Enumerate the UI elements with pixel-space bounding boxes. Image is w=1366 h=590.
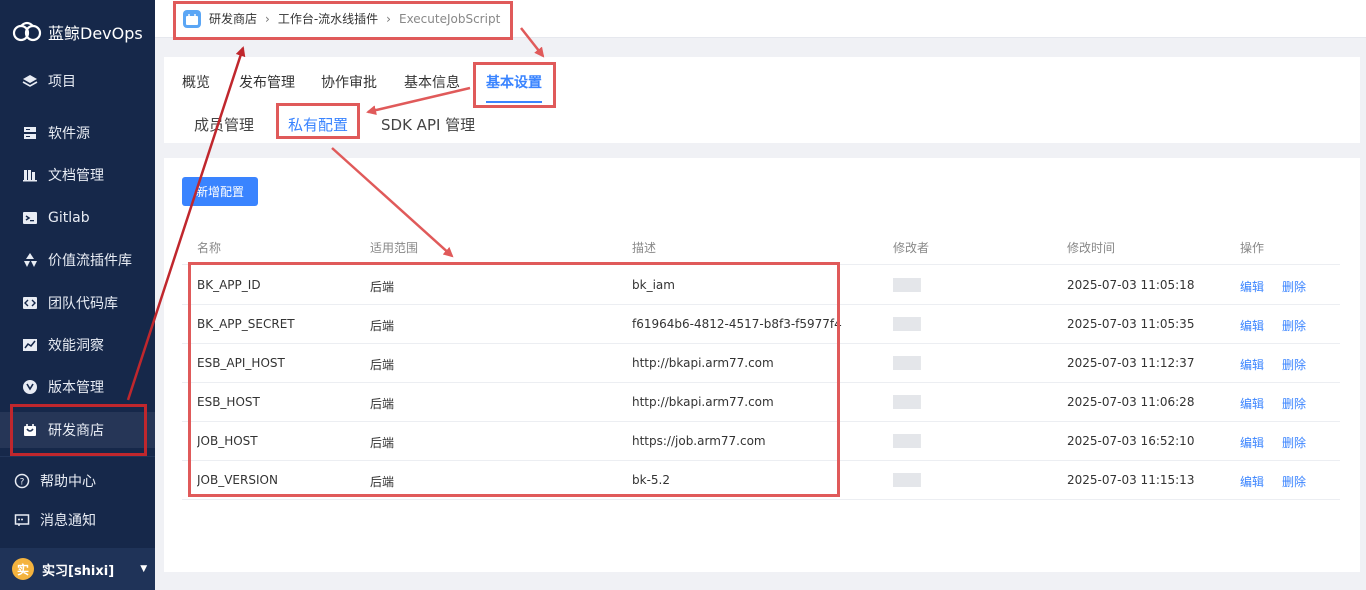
sidebar-item-label: 效能洞察 [48, 338, 104, 354]
sidebar-item-help[interactable]: ? 帮助中心 [0, 463, 155, 499]
column-header-desc: 描述 [632, 241, 657, 255]
sidebar-item-label: 软件源 [48, 126, 90, 142]
app-logo-text: 蓝鲸DevOps [48, 24, 143, 43]
sidebar-item-insight[interactable]: 效能洞察 [0, 327, 155, 363]
sidebar-item-docs[interactable]: 文档管理 [0, 157, 155, 193]
app-logo[interactable]: 蓝鲸DevOps [12, 20, 143, 44]
tab-release[interactable]: 发布管理 [239, 72, 295, 92]
cell-time: 2025-07-03 16:52:10 [1067, 434, 1195, 448]
cell-time: 2025-07-03 11:05:18 [1067, 278, 1195, 292]
column-header-scope: 适用范围 [370, 241, 419, 255]
help-icon: ? [14, 473, 30, 489]
subtab-members[interactable]: 成员管理 [194, 114, 254, 135]
tab-basic-info[interactable]: 基本信息 [404, 72, 460, 92]
tab-approval[interactable]: 协作审批 [321, 72, 377, 92]
delete-link[interactable]: 删除 [1282, 473, 1306, 490]
sidebar-item-label: 团队代码库 [48, 296, 118, 312]
cell-modifier: ███ [893, 473, 921, 487]
sidebar-item-version[interactable]: 版本管理 [0, 369, 155, 405]
sidebar-divider [0, 456, 155, 457]
sidebar-item-label: Gitlab [48, 210, 90, 226]
sidebar-item-label: 文档管理 [48, 168, 104, 184]
sidebar-item-team-code[interactable]: 团队代码库 [0, 285, 155, 321]
layers-icon [22, 73, 38, 89]
edit-link[interactable]: 编辑 [1240, 278, 1264, 295]
edit-link[interactable]: 编辑 [1240, 317, 1264, 334]
delete-link[interactable]: 删除 [1282, 278, 1306, 295]
recycle-icon [22, 252, 38, 268]
cell-modifier: ███ [893, 278, 921, 292]
column-header-modifier: 修改者 [893, 241, 930, 255]
edit-link[interactable]: 编辑 [1240, 395, 1264, 412]
terminal-icon [22, 210, 38, 226]
annotation-box-breadcrumb [173, 1, 513, 40]
cell-modifier: ███ [893, 434, 921, 448]
edit-link[interactable]: 编辑 [1240, 473, 1264, 490]
annotation-box-basic-settings [473, 62, 556, 108]
cell-time: 2025-07-03 11:15:13 [1067, 473, 1195, 487]
annotation-box-config-table [188, 262, 840, 497]
delete-link[interactable]: 删除 [1282, 356, 1306, 373]
delete-link[interactable]: 删除 [1282, 317, 1306, 334]
cell-modifier: ███ [893, 356, 921, 370]
delete-link[interactable]: 删除 [1282, 395, 1306, 412]
column-header-name: 名称 [197, 241, 222, 255]
sidebar-item-plugin-store[interactable]: 价值流插件库 [0, 242, 155, 278]
caret-down-icon: ▼ [140, 564, 148, 574]
sidebar-item-software-source[interactable]: 软件源 [0, 115, 155, 151]
annotation-box-dev-store [10, 404, 147, 456]
sidebar-item-label: 项目 [48, 74, 76, 90]
sidebar-item-gitlab[interactable]: Gitlab [0, 200, 155, 236]
chart-icon [22, 337, 38, 353]
cell-time: 2025-07-03 11:06:28 [1067, 395, 1195, 409]
delete-link[interactable]: 删除 [1282, 434, 1306, 451]
user-name: 实习[shixi] [42, 563, 115, 579]
add-config-button[interactable]: 新增配置 [182, 177, 258, 206]
subtab-sdk-api[interactable]: SDK API 管理 [381, 114, 475, 135]
cell-modifier: ███ [893, 395, 921, 409]
sidebar: 蓝鲸DevOps 项目 软件源 文档管理 Gitlab 价值流插件库 团队代码库… [0, 0, 155, 590]
user-menu[interactable]: 实 实习[shixi] ▼ [0, 548, 155, 590]
column-header-time: 修改时间 [1067, 241, 1116, 255]
sidebar-item-label: 帮助中心 [40, 474, 96, 490]
version-icon [22, 379, 38, 395]
bluking-logo-icon [12, 21, 42, 42]
server-icon [22, 125, 38, 141]
code-icon [22, 295, 38, 311]
cell-time: 2025-07-03 11:05:35 [1067, 317, 1195, 331]
edit-link[interactable]: 编辑 [1240, 434, 1264, 451]
message-icon [14, 512, 30, 528]
edit-link[interactable]: 编辑 [1240, 356, 1264, 373]
sidebar-item-project[interactable]: 项目 [0, 63, 155, 99]
column-header-actions: 操作 [1240, 241, 1265, 255]
cell-modifier: ███ [893, 317, 921, 331]
cell-time: 2025-07-03 11:12:37 [1067, 356, 1195, 370]
sidebar-item-label: 版本管理 [48, 380, 104, 396]
sidebar-item-label: 价值流插件库 [48, 253, 132, 269]
tab-overview[interactable]: 概览 [182, 72, 210, 92]
sidebar-item-notifications[interactable]: 消息通知 [0, 502, 155, 538]
annotation-box-private-config [276, 103, 360, 139]
books-icon [22, 167, 38, 183]
sidebar-item-label: 消息通知 [40, 513, 96, 529]
avatar: 实 [12, 558, 34, 580]
svg-text:?: ? [20, 478, 25, 488]
